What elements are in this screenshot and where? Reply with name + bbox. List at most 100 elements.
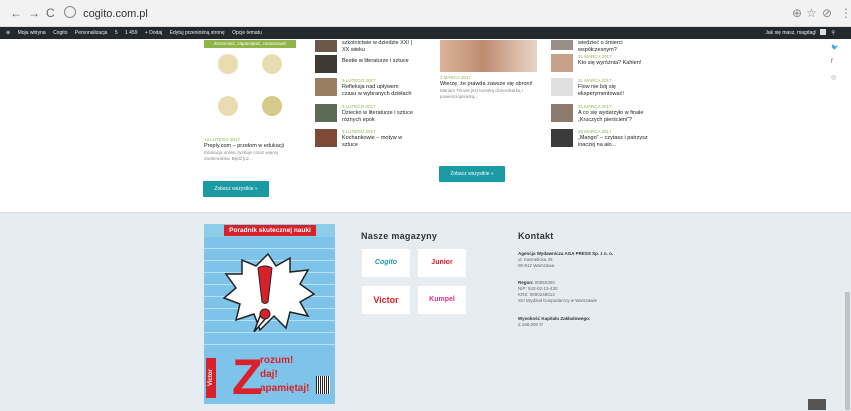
cover-line: apamiętaj! <box>260 383 310 394</box>
extension-icon[interactable]: ⊘ <box>822 6 832 20</box>
reload-button[interactable]: C <box>46 6 55 20</box>
article-thumb[interactable] <box>315 40 337 52</box>
article-thumb[interactable] <box>315 78 337 96</box>
article-title[interactable]: Refleksja nad upływem czasu w wybranych … <box>342 84 414 98</box>
wpbar-edit-page[interactable]: Edytuj przeniośną stronę <box>170 27 225 39</box>
article-title[interactable]: A co się wydarzyło w finale „Kruczych pi… <box>578 110 650 124</box>
article-title[interactable]: Kochankowie – motyw w sztuce <box>342 135 414 149</box>
wp-admin-bar: ⊕ Moja witryna Cogito Personalizacja 5 1… <box>0 27 851 39</box>
article-thumb[interactable] <box>315 104 337 122</box>
article-thumb[interactable] <box>315 55 337 73</box>
wpbar-comments[interactable]: 1 459 <box>125 27 138 39</box>
regon-label: Regon: <box>518 280 534 285</box>
scrollbar[interactable] <box>845 292 850 410</box>
list-item: 9 LUTEGO 2017 Dziecko w literaturze i sz… <box>342 104 414 124</box>
see-all-button[interactable]: Zobacz wszystkie » <box>439 166 505 182</box>
article-thumb[interactable] <box>551 78 573 96</box>
forward-button[interactable]: → <box>28 6 40 20</box>
wpbar-theme-options[interactable]: Opcje tematu <box>232 27 262 39</box>
article-col1-text: 13 LUTEGO 2017 Preply.com – przełom w ed… <box>204 137 296 162</box>
article-image[interactable]: Zrozumieć, zapamiętać, zastosować <box>204 40 296 136</box>
cover-line: daj! <box>260 369 278 380</box>
wpbar-customize[interactable]: Personalizacja <box>75 27 108 39</box>
bookmark-star-icon[interactable]: ☆ <box>806 6 817 20</box>
wp-logo-icon[interactable]: ⊕ <box>6 27 10 39</box>
article-image[interactable] <box>440 40 537 72</box>
article-title[interactable]: Preply.com – przełom w edukacji <box>204 143 296 150</box>
cover-header: Poradnik skutecznej nauki <box>224 225 316 236</box>
list-item: 20 MARCA 2017 „Mango” – czytasz i patrzy… <box>578 129 650 149</box>
article-col3-text: 3 MARCA 2017 Wierzę, że prawda zawsze si… <box>440 75 540 100</box>
court: XIII Wydział Gospodarczy w Warszawie <box>518 298 598 303</box>
zoom-icon[interactable]: ⊕ <box>792 6 802 20</box>
article-thumb[interactable] <box>551 104 573 122</box>
browser-menu-icon[interactable]: ⋮ <box>840 6 851 20</box>
article-title[interactable]: szkolnictwie w dziedzie XXI | XX wieku <box>342 40 414 54</box>
wave <box>204 344 335 347</box>
magazines-title: Nasze magazyny <box>361 231 438 241</box>
magazine-logo-junior[interactable]: Junior <box>418 249 466 277</box>
article-thumb[interactable] <box>551 54 573 72</box>
article-title[interactable]: Wierzę, że prawda zawsze się obroni! <box>440 81 540 88</box>
capital-label: Wysokość Kapitału Zakładowego: <box>518 316 591 321</box>
wpbar-greeting: Jak się masz, magdag! <box>765 30 817 36</box>
contact-registry: Regon: 00050300 NIP: 542-02-13-430 KRS: … <box>518 280 597 304</box>
contact-title: Kontakt <box>518 231 554 241</box>
browser-toolbar: ← → C cogito.com.pl ⊕ ☆ ⊘ ⋮ <box>0 0 851 27</box>
article-title[interactable]: Kto się wyróżnia? Kahlen! <box>578 60 650 67</box>
article-thumb[interactable] <box>315 129 337 147</box>
list-item: Bestie w literaturze i sztuce <box>342 58 414 65</box>
address-bar[interactable]: cogito.com.pl <box>64 6 148 20</box>
magazine-logo-kumpel[interactable]: Kumpel <box>418 286 466 314</box>
list-item: szkolnictwie w dziedzie XXI | XX wieku <box>342 40 414 54</box>
avatar <box>819 29 826 35</box>
article-thumb[interactable] <box>551 129 573 147</box>
magazine-logo-victor[interactable]: Victor <box>362 286 410 314</box>
article-excerpt: Edukacja online zyskuje coraz więcej zwo… <box>204 150 279 161</box>
exclamation-icon <box>257 265 273 320</box>
list-item: 9 LUTEGO 2017 Kochankowie – motyw w sztu… <box>342 129 414 149</box>
url-text: cogito.com.pl <box>83 8 148 20</box>
regon: 00050300 <box>534 280 555 285</box>
list-item: 21 MARCA 2017 A co się wydarzyło w final… <box>578 104 650 124</box>
list-item: 9 LUTEGO 2017 Refleksja nad upływem czas… <box>342 78 414 98</box>
wave <box>204 248 335 251</box>
diagram-circle <box>262 54 282 74</box>
cover-big-letter: Z <box>232 349 263 404</box>
article-title[interactable]: Dziecko w literaturze i sztuce różnych e… <box>342 110 414 124</box>
wpbar-site-name[interactable]: Cogito <box>53 27 67 39</box>
list-item: 21 MARCA 2017 Kto się wyróżnia? Kahlen! <box>578 54 650 67</box>
wpbar-updates[interactable]: 5 <box>115 27 118 39</box>
magazine-logo-cogito[interactable]: Cogito <box>362 249 410 277</box>
article-title[interactable]: Bestie w literaturze i sztuce <box>342 58 414 65</box>
wpbar-my-site[interactable]: Moja witryna <box>18 27 46 39</box>
back-button[interactable]: ← <box>10 6 22 20</box>
contact-capital: Wysokość Kapitału Zakładowego: 2.188.000… <box>518 316 590 328</box>
list-item: 21 MARCA 2017 Flow nie bój się eksperyme… <box>578 78 650 98</box>
city: 00-812 Warszawa <box>518 263 555 268</box>
magazine-cover[interactable]: Poradnik skutecznej nauki Victor Z rozum… <box>204 224 335 404</box>
facebook-icon[interactable]: f <box>831 59 833 65</box>
cover-line: rozum! <box>260 355 294 366</box>
instagram-icon[interactable]: ◎ <box>831 74 836 81</box>
capital: 2.188.000 zł <box>518 322 543 327</box>
company-name: Agencja Wydawnicza AGA PRESS Sp. z o. o. <box>518 251 614 256</box>
search-icon[interactable]: ⚲ <box>831 30 835 36</box>
diagram-circle <box>218 54 238 74</box>
article-title[interactable]: „Mango” – czytasz i patrzysz inaczej na … <box>578 135 650 149</box>
wpbar-new[interactable]: + Dodaj <box>145 27 162 39</box>
twitter-icon[interactable]: 🐦 <box>831 44 838 51</box>
see-all-button[interactable]: Zobacz wszystkie » <box>203 181 269 197</box>
article-title[interactable]: Flow nie bój się eksperymentować! <box>578 84 650 98</box>
barcode <box>316 376 330 394</box>
list-item: wiedzieć o śmierci współczesnym? <box>578 40 650 54</box>
cover-brand: Victor <box>206 358 216 398</box>
image-caption: Zrozumieć, zapamiętać, zastosować <box>204 40 296 48</box>
back-to-top-button[interactable] <box>808 399 826 410</box>
article-title[interactable]: wiedzieć o śmierci współczesnym? <box>578 40 650 54</box>
wpbar-account[interactable]: Jak się masz, magdag! ⚲ <box>765 27 835 39</box>
diagram-circle <box>218 96 238 116</box>
article-thumb[interactable] <box>551 40 573 50</box>
diagram-circle <box>262 96 282 116</box>
wave <box>204 332 335 335</box>
